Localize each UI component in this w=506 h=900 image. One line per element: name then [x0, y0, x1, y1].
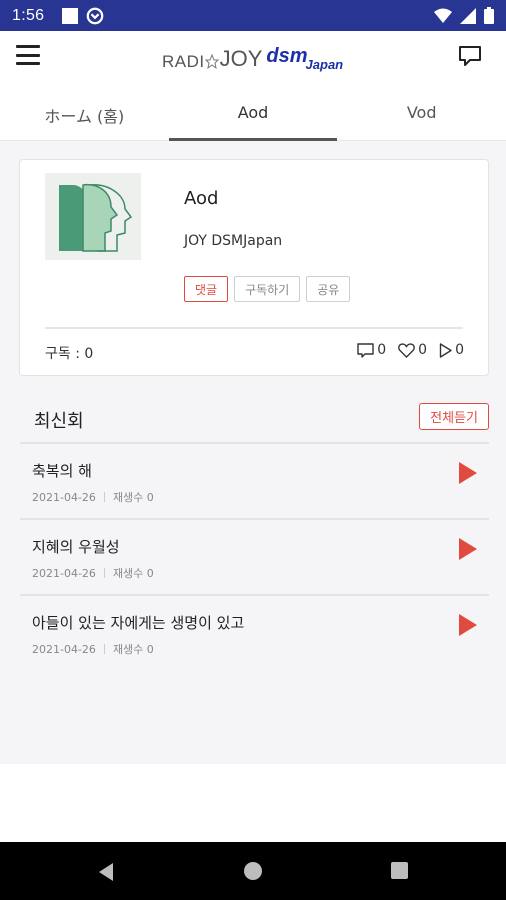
notification-square-icon — [62, 7, 79, 24]
main-content: Aod JOY DSMJapan 댓글 구독하기 공유 구독 : 0 0 0 0… — [0, 141, 506, 764]
logo-star-icon — [204, 54, 219, 70]
subscriber-count: 구독 : 0 — [45, 346, 94, 362]
episode-title: 아들이 있는 자에게는 생명이 있고 — [32, 614, 245, 632]
meta-separator — [103, 492, 105, 502]
heart-icon — [398, 342, 416, 358]
episode-title: 축복의 해 — [32, 462, 92, 480]
logo-joy-text: JOY — [219, 46, 263, 71]
signal-icon — [460, 7, 476, 24]
status-bar: 1:56 — [0, 0, 506, 31]
share-button[interactable]: 공유 — [306, 276, 351, 302]
menu-icon[interactable] — [16, 45, 40, 65]
channel-subtitle: JOY DSMJapan — [184, 233, 283, 249]
app-bar: RADI JOY dsm Japan — [0, 31, 506, 81]
wifi-icon — [434, 8, 452, 23]
episode-plays: 재생수 0 — [112, 567, 154, 580]
episode-meta: 2021-04-26 재생수 0 — [32, 489, 154, 505]
episode-date: 2021-04-26 — [32, 642, 96, 656]
logo-japan-text: Japan — [305, 57, 344, 72]
battery-icon — [484, 7, 494, 24]
play-icon[interactable] — [459, 614, 477, 636]
recent-apps-icon[interactable] — [391, 862, 408, 879]
channel-stats: 0 0 0 — [357, 342, 464, 358]
episode-plays: 재생수 0 — [112, 491, 154, 504]
episode-item[interactable]: 아들이 있는 자에게는 생명이 있고 2021-04-26 재생수 0 — [20, 594, 489, 670]
chat-icon[interactable] — [458, 45, 482, 67]
play-outline-icon — [439, 342, 452, 358]
comment-count: 0 — [377, 342, 387, 358]
back-icon[interactable] — [97, 862, 115, 882]
comment-button[interactable]: 댓글 — [184, 276, 229, 302]
meta-separator — [103, 568, 105, 578]
play-all-button[interactable]: 전체듣기 — [419, 403, 489, 430]
channel-card: Aod JOY DSMJapan 댓글 구독하기 공유 구독 : 0 0 0 0 — [19, 159, 489, 376]
subscribe-button[interactable]: 구독하기 — [234, 276, 301, 302]
play-icon[interactable] — [459, 462, 477, 484]
play-icon[interactable] — [459, 538, 477, 560]
episode-item[interactable]: 지혜의 우월성 2021-04-26 재생수 0 — [20, 518, 489, 594]
like-count: 0 — [418, 342, 428, 358]
home-icon[interactable] — [244, 862, 262, 880]
app-logo: RADI JOY dsm Japan — [162, 40, 343, 72]
tab-home[interactable]: ホーム (홈) — [0, 81, 169, 140]
episode-date: 2021-04-26 — [32, 566, 96, 580]
card-divider — [45, 327, 463, 329]
episode-plays: 재생수 0 — [112, 643, 154, 656]
latest-section-title: 최신회 — [34, 411, 84, 432]
like-stat: 0 — [398, 342, 427, 358]
tab-bar: ホーム (홈) Aod Vod — [0, 81, 506, 141]
logo-dsm-text: dsm — [266, 45, 308, 67]
play-stat: 0 — [439, 342, 464, 358]
episode-meta: 2021-04-26 재생수 0 — [32, 565, 154, 581]
episode-item[interactable]: 축복의 해 2021-04-26 재생수 0 — [20, 442, 489, 518]
tab-aod[interactable]: Aod — [168, 81, 338, 141]
episode-meta: 2021-04-26 재생수 0 — [32, 641, 154, 657]
channel-title: Aod — [184, 188, 219, 209]
comment-icon — [357, 342, 374, 358]
meta-separator — [103, 644, 105, 654]
episode-list: 축복의 해 2021-04-26 재생수 0 지혜의 우월성 2021-04-2… — [20, 442, 489, 670]
episode-date: 2021-04-26 — [32, 490, 96, 504]
system-nav-bar — [0, 842, 506, 900]
episode-title: 지혜의 우월성 — [32, 538, 120, 556]
logo-radio-text: RADI — [162, 52, 205, 71]
channel-thumbnail — [45, 173, 141, 260]
data-saver-icon — [87, 7, 104, 24]
play-count: 0 — [455, 342, 464, 358]
channel-actions: 댓글 구독하기 공유 — [184, 276, 351, 302]
tab-vod[interactable]: Vod — [337, 81, 506, 140]
status-time: 1:56 — [12, 6, 45, 24]
comment-stat: 0 — [357, 342, 386, 358]
